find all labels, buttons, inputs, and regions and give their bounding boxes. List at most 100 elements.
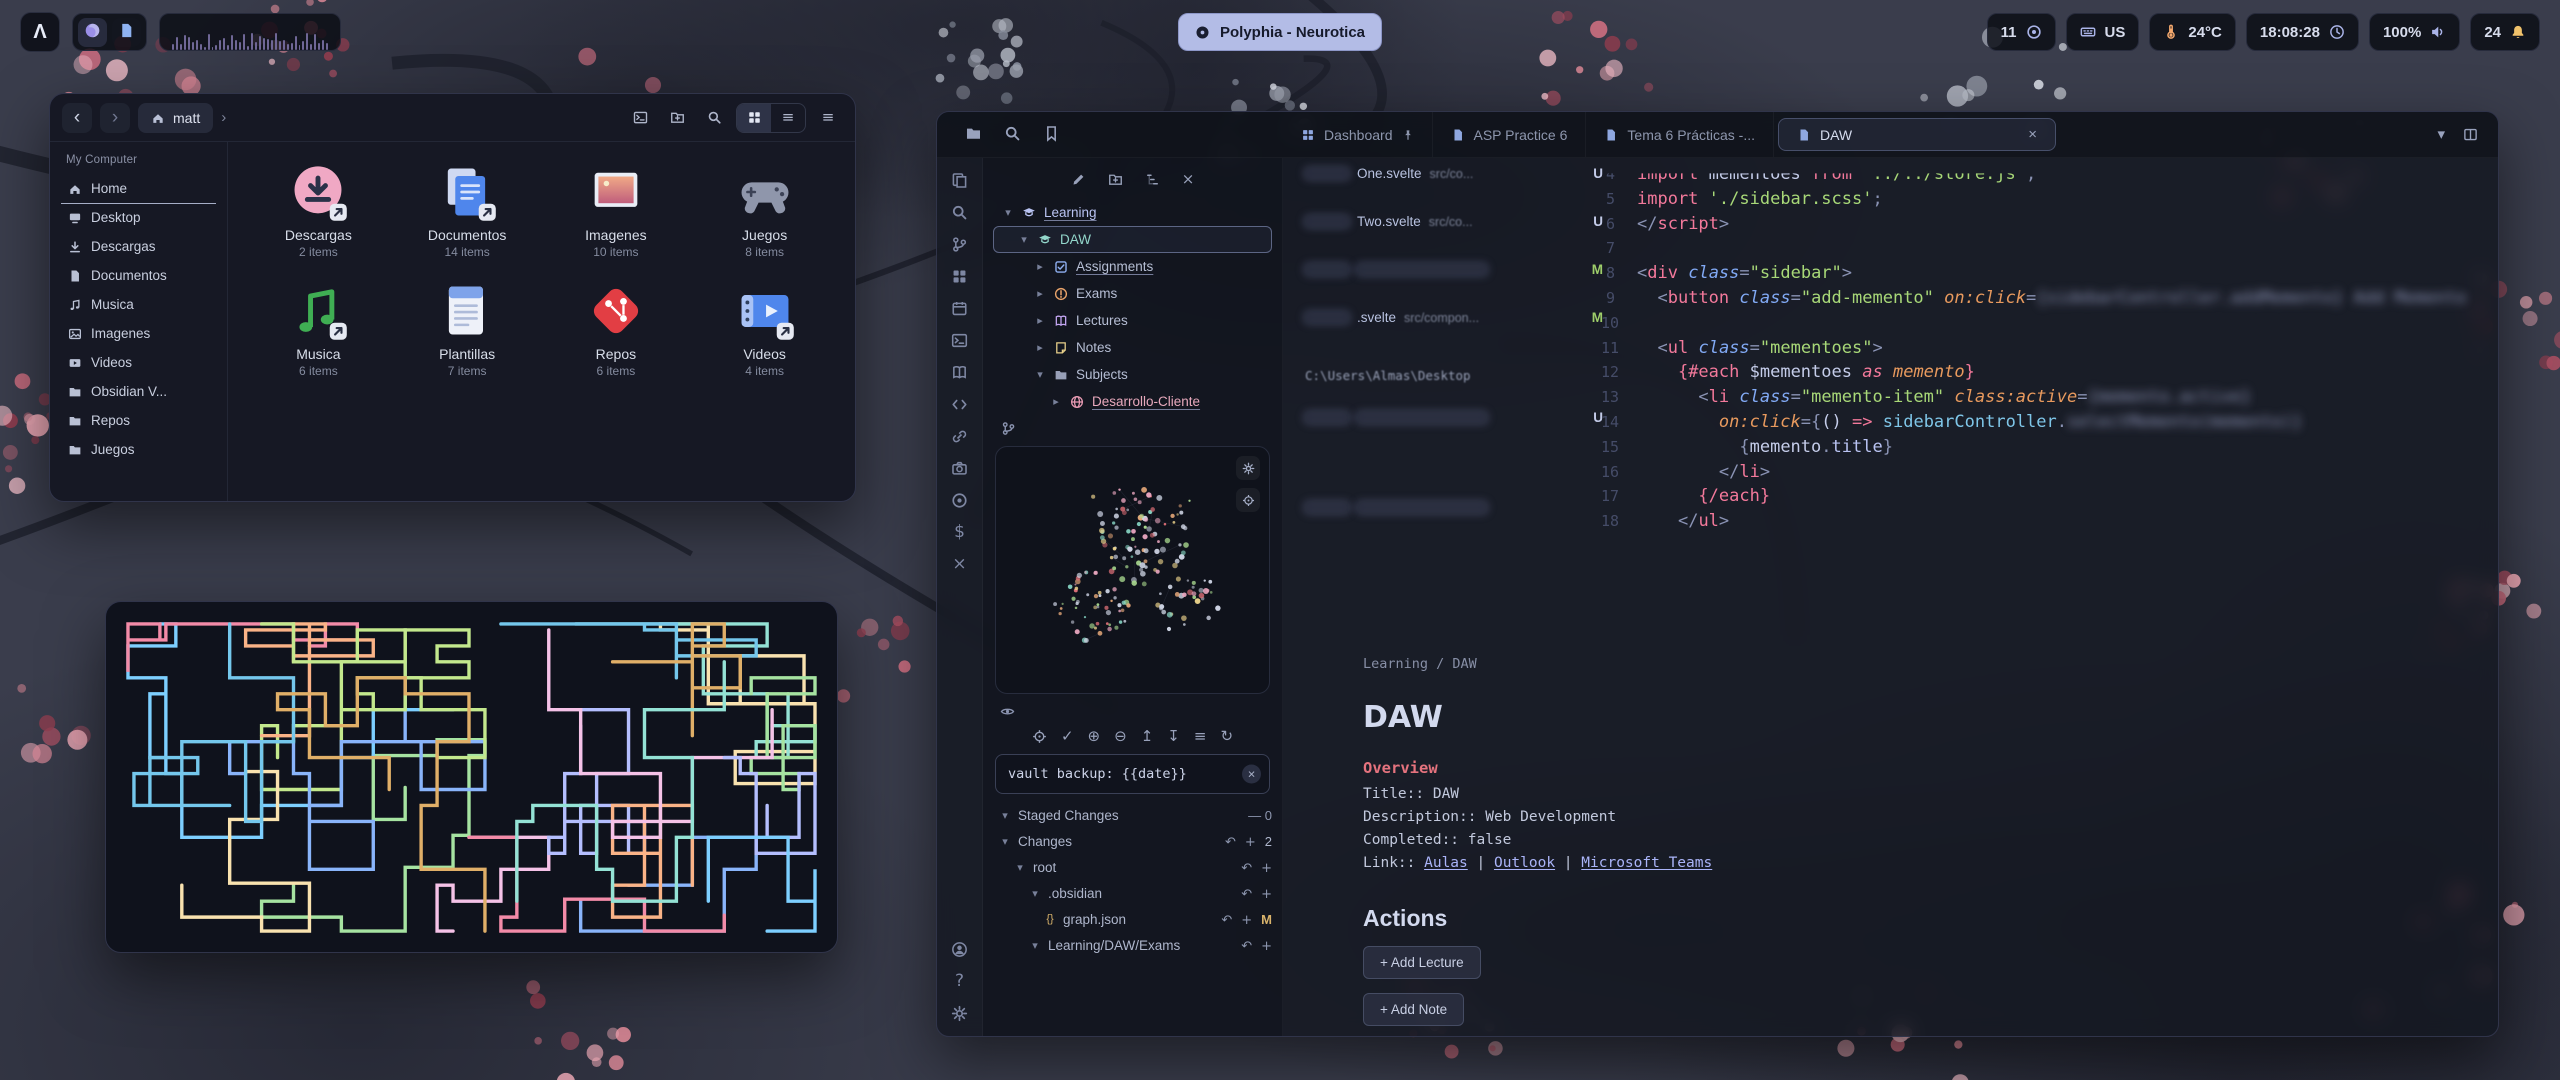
tree-item-subjects[interactable]: ▾Subjects [993,361,1272,388]
close-icon[interactable]: × [1182,172,1195,187]
editor-area[interactable]: One.sveltesrc/co...U Two.sveltesrc/co...U… [1283,158,2498,1036]
folder-icon[interactable] [965,125,982,145]
folder-juegos[interactable]: Juegos8 items [694,154,835,265]
status-keyboard-layout[interactable]: US [2066,13,2140,51]
scm-row-staged-changes[interactable]: ▾Staged Changes— 0 [993,802,1272,828]
add-lecture-button[interactable]: + Add Lecture [1363,946,1481,979]
activity-circledot-icon[interactable] [951,492,968,509]
browser-icon[interactable] [78,18,107,47]
activity-grid-icon[interactable] [951,268,968,285]
tab-dashboard[interactable]: Dashboard [1283,112,1433,157]
sidebar-item-obsidian-v[interactable]: Obsidian V... [59,377,218,406]
commit-message-input[interactable] [995,754,1270,794]
scm-minuscirc-icon[interactable]: ⊖ [1114,729,1127,744]
scm-down-icon[interactable]: ↧ [1167,729,1180,744]
scm-check-icon[interactable]: ✓ [1061,729,1074,744]
activity-unlink-icon[interactable] [951,428,968,445]
tab-asp-practice-6[interactable]: ASP Practice 6 [1433,112,1587,157]
breadcrumb[interactable]: matt [138,103,213,133]
folder-musica[interactable]: Musica6 items [248,273,389,384]
scm-up-icon[interactable]: ↥ [1141,729,1154,744]
link-microsoft-teams[interactable]: Microsoft Teams [1581,855,1712,871]
tree-item-learning[interactable]: ▾Learning [993,199,1272,226]
scm-discard-icon[interactable]: ↶ [1241,938,1252,953]
menu-icon[interactable]: ≡ [813,103,843,133]
launcher-button[interactable]: Λ [20,12,60,52]
activity-dollar-icon[interactable]: $ [954,524,965,541]
tree-item-exams[interactable]: ▸Exams [993,280,1272,307]
changed-file-row[interactable]: One.sveltesrc/co...U [1305,166,1603,181]
activity-close-icon[interactable]: × [952,556,966,573]
sidebar-item-home[interactable]: Home [59,174,218,203]
newfolder-icon[interactable] [1108,172,1123,187]
activity-book-icon[interactable] [951,364,968,381]
tree-item-assignments[interactable]: ▸Assignments [993,253,1272,280]
forward-button[interactable]: › [100,103,130,133]
scm-row-root[interactable]: ▾root↶+ [993,854,1272,880]
changed-file-row[interactable]: Two.sveltesrc/co...U [1305,214,1603,229]
media-widget[interactable]: Polyphia - Neurotica [1178,13,1382,51]
scm-discard-icon[interactable]: ↶ [1221,912,1232,927]
grid-view-icon[interactable] [737,104,771,132]
scm-discard-icon[interactable]: ↶ [1225,834,1236,849]
pencil-icon[interactable] [1071,172,1086,187]
scm-plus-icon[interactable]: + [1261,860,1272,875]
activity-gear-icon[interactable] [951,1005,968,1022]
activity-camera-icon[interactable] [951,460,968,477]
tab-tema-6-pr-cticas[interactable]: Tema 6 Prácticas -... [1586,112,1774,157]
tree-item-lectures[interactable]: ▸Lectures [993,307,1272,334]
tree-item-desarrollo-cliente[interactable]: ▸Desarrollo-Cliente [993,388,1272,415]
sidebar-item-videos[interactable]: Videos [59,348,218,377]
activity-search-icon[interactable] [951,204,968,221]
activity-calendar-icon[interactable] [951,300,968,317]
status-updates[interactable]: 11 [1987,13,2056,51]
sidebar-item-repos[interactable]: Repos [59,406,218,435]
tab-daw[interactable]: DAW× [1778,118,2056,151]
new-folder-icon[interactable] [662,103,692,133]
close-icon[interactable]: × [2028,126,2037,143]
link-outlook[interactable]: Outlook [1494,855,1555,871]
activity-terminal-icon[interactable] [951,332,968,349]
tree-item-daw[interactable]: ▾DAW [993,226,1272,253]
status-weather[interactable]: 24°C [2149,13,2236,51]
sidebar-item-desktop[interactable]: Desktop [59,203,218,232]
add-note-button[interactable]: + Add Note [1363,993,1464,1026]
sidebar-item-imagenes[interactable]: Imagenes [59,319,218,348]
back-button[interactable]: ‹ [62,103,92,133]
folder-plantillas[interactable]: Plantillas7 items [397,273,538,384]
status-clock[interactable]: 18:08:28 [2246,13,2359,51]
changed-file-row[interactable]: .sveltesrc/compon...M [1305,310,1603,325]
activity-branch-icon[interactable] [951,236,968,253]
changed-file-row[interactable]: U [1305,410,1603,425]
status-volume[interactable]: 100% [2369,13,2460,51]
sidebar-item-documentos[interactable]: Documentos [59,261,218,290]
folder-descargas[interactable]: Descargas2 items [248,154,389,265]
scm-row-obsidian[interactable]: ▾.obsidian↶+ [993,880,1272,906]
scm-plus-icon[interactable]: + [1261,938,1272,953]
list-view-icon[interactable]: ≡ [771,104,805,132]
target-icon[interactable] [1236,488,1260,512]
scm-refresh-icon[interactable]: ↻ [1220,729,1233,744]
status-notifications[interactable]: 24 [2470,13,2540,51]
files-app-icon[interactable] [112,18,141,47]
changed-file-row[interactable] [1305,502,1603,513]
activity-help-icon[interactable]: ? [955,973,964,990]
bookmark-icon[interactable] [1043,125,1060,145]
folder-videos[interactable]: Videos4 items [694,273,835,384]
sidebar-item-descargas[interactable]: Descargas [59,232,218,261]
scm-plus-icon[interactable]: + [1241,912,1252,927]
folder-repos[interactable]: Repos6 items [546,273,687,384]
scm-discard-icon[interactable]: ↶ [1241,860,1252,875]
open-terminal-icon[interactable] [625,103,655,133]
activity-files-icon[interactable] [951,172,968,189]
clear-icon[interactable]: × [1242,765,1261,784]
scm-plus-icon[interactable]: + [1261,886,1272,901]
tree-item-notes[interactable]: ▸Notes [993,334,1272,361]
watch-icon[interactable] [993,700,1272,723]
search-icon[interactable] [1004,125,1021,145]
graph-view-panel[interactable] [995,446,1270,694]
fork-icon[interactable] [993,415,1272,438]
scm-target-icon[interactable] [1032,729,1047,744]
scm-discard-icon[interactable]: ↶ [1241,886,1252,901]
folder-documentos[interactable]: Documentos14 items [397,154,538,265]
